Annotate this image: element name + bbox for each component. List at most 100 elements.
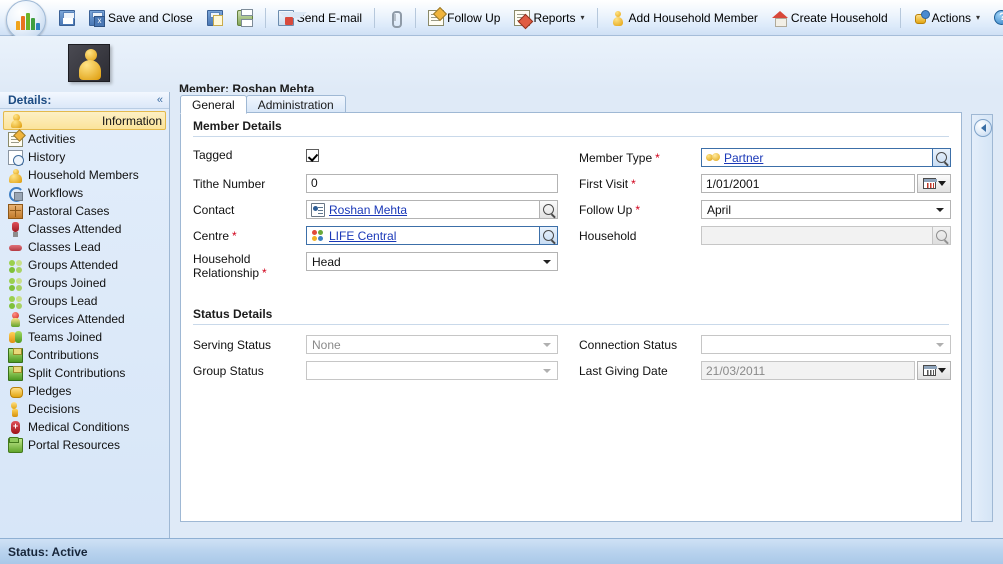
sidebar-item-classes-lead[interactable]: Classes Lead <box>3 238 166 256</box>
add-household-member-button[interactable]: Add Household Member <box>604 5 764 31</box>
tab-strip: General Administration <box>180 94 346 114</box>
last-giving-date-input[interactable]: 21/03/2011 <box>701 361 915 380</box>
sidebar-item-contributions[interactable]: Contributions <box>3 346 166 364</box>
follow-up-label: Follow Up * <box>579 202 641 217</box>
search-icon <box>936 230 947 241</box>
chevron-down-icon <box>543 342 551 347</box>
last-giving-date-calendar-button[interactable] <box>917 361 951 380</box>
last-giving-date-datefield[interactable]: 21/03/2011 <box>701 361 951 380</box>
sidebar-item-groups-joined[interactable]: Groups Joined <box>3 274 166 292</box>
sidebar-item-pledges[interactable]: Pledges <box>3 382 166 400</box>
sidebar-item-label: Activities <box>28 132 76 146</box>
tagged-checkbox[interactable] <box>306 148 319 162</box>
contact-value-link[interactable]: Roshan Mehta <box>329 203 407 217</box>
serving-status-select[interactable]: None <box>306 335 558 354</box>
centre-lookup[interactable]: LIFE Central <box>306 226 558 245</box>
sidebar-item-services-attended[interactable]: Services Attended <box>3 310 166 328</box>
reports-label: Reports <box>533 10 576 25</box>
print-button[interactable] <box>231 5 259 31</box>
expand-right-panel-button[interactable] <box>974 119 992 137</box>
save-and-close-button[interactable]: Save and Close <box>83 5 199 31</box>
sidebar-item-household-members[interactable]: Household Members <box>3 166 166 184</box>
member-type-label: Member Type * <box>579 150 660 165</box>
tab-general[interactable]: General <box>180 95 247 114</box>
sidebar-item-groups-attended[interactable]: Groups Attended <box>3 256 166 274</box>
contact-lookup[interactable]: Roshan Mehta <box>306 200 558 219</box>
classes-attended-icon <box>8 221 23 237</box>
chevron-down-icon <box>936 207 944 212</box>
save-and-close-icon <box>89 9 105 27</box>
centre-value-link[interactable]: LIFE Central <box>329 229 396 243</box>
sidebar-item-groups-lead[interactable]: Groups Lead <box>3 292 166 310</box>
sidebar-item-activities[interactable]: Activities <box>3 130 166 148</box>
required-marker: * <box>262 266 267 280</box>
member-type-value-link[interactable]: Partner <box>724 151 763 165</box>
sidebar-item-label: Classes Lead <box>28 240 101 254</box>
reports-menu-button[interactable]: Reports ▾ <box>508 5 590 31</box>
serving-status-value: None <box>312 337 341 352</box>
sidebar-item-pastoral-cases[interactable]: Pastoral Cases <box>3 202 166 220</box>
contact-lookup-button[interactable] <box>539 200 558 219</box>
household-relationship-select[interactable]: Head <box>306 252 558 271</box>
history-icon <box>8 149 24 166</box>
field-tithe-number: Tithe Number 0 <box>193 174 558 193</box>
household-lookup[interactable] <box>701 226 951 245</box>
sidebar-item-split-contributions[interactable]: Split Contributions <box>3 364 166 382</box>
follow-up-button[interactable]: Follow Up <box>422 5 506 31</box>
teams-joined-icon <box>8 330 23 345</box>
create-household-button[interactable]: Create Household <box>766 5 894 31</box>
connection-status-select[interactable] <box>701 335 951 354</box>
follow-up-icon <box>428 9 445 26</box>
household-members-icon <box>8 168 23 183</box>
sidebar-item-decisions[interactable]: Decisions <box>3 400 166 418</box>
centre-lookup-field[interactable]: LIFE Central <box>306 226 539 245</box>
sidebar-item-information[interactable]: Information <box>3 111 166 130</box>
sidebar-item-label: Medical Conditions <box>28 420 130 434</box>
sidebar-item-classes-attended[interactable]: Classes Attended <box>3 220 166 238</box>
first-visit-label: First Visit * <box>579 176 636 191</box>
sidebar-item-teams-joined[interactable]: Teams Joined <box>3 328 166 346</box>
paperclip-icon <box>387 10 403 28</box>
collapse-sidebar-icon[interactable]: « <box>157 94 163 106</box>
first-visit-input[interactable]: 1/01/2001 <box>701 174 915 193</box>
record-header: Member: Roshan Mehta Information <box>0 36 1003 118</box>
save-button[interactable] <box>53 5 81 31</box>
member-type-lookup-field[interactable]: Partner <box>701 148 932 167</box>
first-visit-calendar-button[interactable] <box>917 174 951 193</box>
sidebar-item-medical-conditions[interactable]: Medical Conditions <box>3 418 166 436</box>
groups-lead-icon <box>8 294 23 309</box>
member-type-lookup-button[interactable] <box>932 148 951 167</box>
group-status-label: Group Status <box>193 363 264 378</box>
calendar-icon <box>922 365 937 376</box>
member-type-lookup[interactable]: Partner <box>701 148 951 167</box>
required-marker: * <box>655 150 660 165</box>
app-logo <box>4 0 52 40</box>
sidebar-item-label: Groups Joined <box>28 276 107 290</box>
centre-lookup-button[interactable] <box>539 226 558 245</box>
first-visit-datefield[interactable]: 1/01/2001 <box>701 174 951 193</box>
chevron-down-icon <box>937 368 946 373</box>
group-status-select[interactable] <box>306 361 558 380</box>
save-and-new-button[interactable] <box>201 5 229 31</box>
status-text: Status: Active <box>8 544 88 559</box>
contact-label: Contact <box>193 202 235 217</box>
sidebar-item-workflows[interactable]: Workflows <box>3 184 166 202</box>
help-menu-button[interactable]: Help ▾ <box>988 5 1003 31</box>
chevron-down-icon: ▾ <box>580 13 585 22</box>
tagged-label: Tagged <box>193 148 233 162</box>
actions-menu-button[interactable]: Actions ▾ <box>907 5 986 31</box>
groups-attended-icon <box>8 258 23 273</box>
follow-up-select[interactable]: April <box>701 200 951 219</box>
attach-button[interactable] <box>381 5 409 31</box>
contact-lookup-field[interactable]: Roshan Mehta <box>306 200 539 219</box>
sidebar-item-history[interactable]: History <box>3 148 166 166</box>
sidebar-title: Details: <box>8 93 52 107</box>
sidebar-item-portal-resources[interactable]: Portal Resources <box>3 436 166 454</box>
member-details-section-title: Member Details <box>193 119 282 133</box>
household-lookup-button[interactable] <box>932 226 951 245</box>
household-relationship-label: Household Relationship * <box>193 252 267 280</box>
household-lookup-field[interactable] <box>701 226 932 245</box>
send-email-button[interactable]: Send E-mail <box>272 5 368 31</box>
tithe-number-input[interactable]: 0 <box>306 174 558 193</box>
toolbar-separator <box>264 7 266 28</box>
